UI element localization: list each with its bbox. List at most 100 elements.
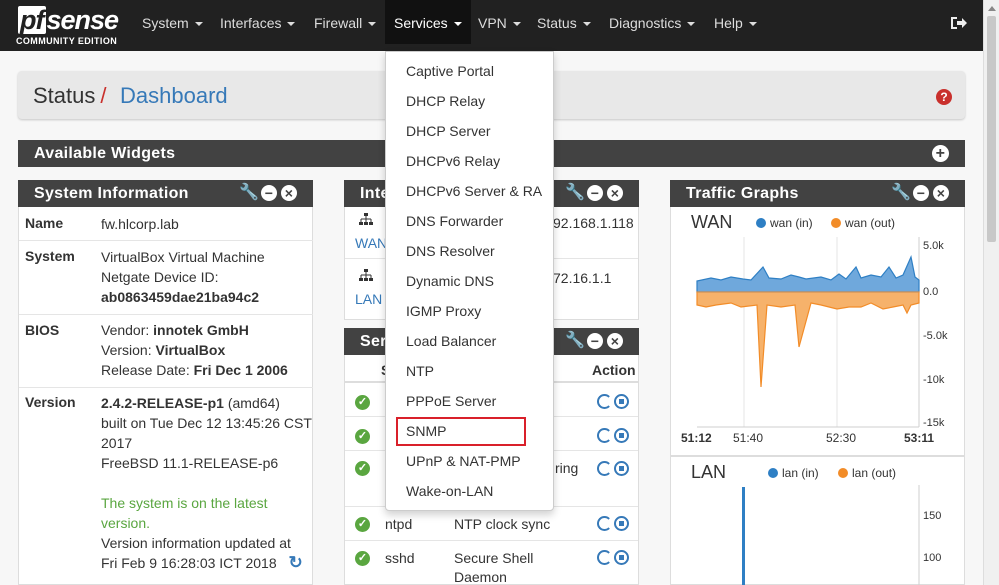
- table-row: ✓ sshd Secure Shell Daemon: [345, 541, 638, 585]
- menu-item-upnp-nat-pmp[interactable]: UPnP & NAT-PMP: [386, 446, 553, 476]
- expand-plus-icon[interactable]: +: [932, 145, 949, 162]
- menu-item-igmp-proxy[interactable]: IGMP Proxy: [386, 296, 553, 326]
- pfsense-logo[interactable]: pf sense COMMUNITY EDITION: [16, 5, 126, 48]
- legend-lan-out[interactable]: lan (out): [838, 466, 896, 480]
- menu-item-dns-resolver[interactable]: DNS Resolver: [386, 236, 553, 266]
- table-row: ✓ ntpd NTP clock sync: [345, 507, 638, 541]
- services-dropdown-menu: Captive Portal DHCP Relay DHCP Server DH…: [385, 51, 554, 511]
- menu-item-load-balancer[interactable]: Load Balancer: [386, 326, 553, 356]
- minimize-icon[interactable]: −: [587, 185, 603, 201]
- si-row-name: Name fw.hlcorp.lab: [19, 207, 313, 241]
- traffic-graphs-body: WAN wan (in) wan (out) 5.0k 0.0 -5.0k -1…: [670, 207, 965, 585]
- wrench-icon[interactable]: 🔧: [891, 185, 911, 201]
- wrench-icon[interactable]: 🔧: [565, 185, 585, 201]
- nav-help[interactable]: Help: [714, 0, 757, 44]
- wrench-icon[interactable]: 🔧: [565, 333, 585, 349]
- si-row-version: Version 2.4.2-RELEASE-p1 (amd64) built o…: [25, 394, 312, 573]
- netgate-device-id: ab0863459dae21ba94c2: [101, 289, 260, 305]
- dot-icon: [831, 218, 841, 228]
- menu-item-captive-portal[interactable]: Captive Portal: [386, 56, 553, 86]
- menu-item-dns-forwarder[interactable]: DNS Forwarder: [386, 206, 553, 236]
- close-icon[interactable]: ×: [933, 185, 949, 201]
- restart-icon[interactable]: [597, 428, 612, 443]
- scrollbar-thumb[interactable]: [987, 16, 996, 242]
- menu-item-dhcpv6-server-ra[interactable]: DHCPv6 Server & RA: [386, 176, 553, 206]
- page-scrollbar[interactable]: [983, 0, 999, 585]
- wan-graph-label: WAN: [691, 212, 733, 232]
- dot-icon: [838, 468, 848, 478]
- close-icon[interactable]: ×: [607, 185, 623, 201]
- stop-icon[interactable]: [614, 428, 629, 443]
- minimize-icon[interactable]: −: [587, 333, 603, 349]
- caret-down-icon: [582, 22, 591, 27]
- menu-item-dhcp-server[interactable]: DHCP Server: [386, 116, 553, 146]
- nav-diagnostics[interactable]: Diagnostics: [609, 0, 696, 44]
- nav-vpn[interactable]: VPN: [478, 0, 521, 44]
- nav-services[interactable]: Services: [385, 0, 471, 44]
- stop-icon[interactable]: [614, 394, 629, 409]
- minimize-icon[interactable]: −: [261, 185, 277, 201]
- sign-out-icon[interactable]: [950, 15, 968, 31]
- menu-item-ntp[interactable]: NTP: [386, 356, 553, 386]
- caret-down-icon: [194, 22, 203, 27]
- menu-item-pppoe-server[interactable]: PPPoE Server: [386, 386, 553, 416]
- restart-icon[interactable]: [597, 394, 612, 409]
- widget-tools: 🔧 − ×: [561, 185, 623, 202]
- si-row-system: System VirtualBox Virtual Machine Netgat…: [19, 241, 313, 315]
- dot-icon: [756, 218, 766, 228]
- caret-down-icon: [287, 22, 296, 27]
- restart-icon[interactable]: [597, 516, 612, 531]
- caret-down-icon: [368, 22, 377, 27]
- wrench-icon[interactable]: 🔧: [239, 185, 259, 201]
- scroll-up-arrow-icon[interactable]: [988, 6, 996, 11]
- check-circle-icon: ✓: [355, 461, 370, 476]
- stop-icon[interactable]: [614, 516, 629, 531]
- stop-icon[interactable]: [614, 550, 629, 565]
- sitemap-icon: [359, 269, 373, 281]
- restart-icon[interactable]: [597, 461, 612, 476]
- caret-down-icon: [687, 22, 696, 27]
- breadcrumb-section[interactable]: Status /: [33, 83, 107, 109]
- menu-item-wake-on-lan[interactable]: Wake-on-LAN: [386, 476, 553, 506]
- minimize-icon[interactable]: −: [913, 185, 929, 201]
- lan-graph-label: LAN: [691, 462, 727, 482]
- nav-firewall[interactable]: Firewall: [314, 0, 377, 44]
- wan-traffic-chart: [696, 237, 920, 428]
- check-circle-icon: ✓: [355, 551, 370, 566]
- lan-traffic-chart: [742, 485, 920, 585]
- snmp-highlight-box: [396, 417, 526, 446]
- available-widgets-title: Available Widgets: [34, 145, 176, 162]
- widget-tools: 🔧 − ×: [887, 185, 949, 202]
- nav-interfaces[interactable]: Interfaces: [220, 0, 296, 44]
- nav-system[interactable]: System: [142, 0, 203, 44]
- close-icon[interactable]: ×: [607, 333, 623, 349]
- system-information-body: Name fw.hlcorp.lab System VirtualBox Vir…: [18, 207, 313, 585]
- sitemap-icon: [359, 213, 373, 225]
- breadcrumb-page[interactable]: Dashboard: [120, 83, 228, 109]
- caret-down-icon: [453, 22, 462, 27]
- stop-icon[interactable]: [614, 461, 629, 476]
- top-navbar: pf sense COMMUNITY EDITION System Interfa…: [0, 0, 983, 51]
- interface-link-wan[interactable]: WAN: [355, 235, 387, 251]
- menu-item-dynamic-dns[interactable]: Dynamic DNS: [386, 266, 553, 296]
- legend-wan-out[interactable]: wan (out): [831, 216, 895, 230]
- refresh-icon[interactable]: ↻: [289, 553, 303, 573]
- help-icon[interactable]: ?: [936, 89, 952, 105]
- logo-brand: pf sense: [18, 5, 119, 35]
- widget-tools: 🔧 − ×: [561, 333, 623, 350]
- system-information-title: System Information: [34, 185, 189, 202]
- dot-icon: [768, 468, 778, 478]
- graph-divider: [671, 455, 964, 457]
- close-icon[interactable]: ×: [281, 185, 297, 201]
- menu-item-dhcp-relay[interactable]: DHCP Relay: [386, 86, 553, 116]
- legend-wan-in[interactable]: wan (in): [756, 216, 813, 230]
- logo-edition: COMMUNITY EDITION: [16, 36, 118, 46]
- check-circle-icon: ✓: [355, 395, 370, 410]
- menu-item-dhcpv6-relay[interactable]: DHCPv6 Relay: [386, 146, 553, 176]
- restart-icon[interactable]: [597, 550, 612, 565]
- system-information-header: System Information 🔧 − ×: [18, 180, 313, 207]
- interface-link-lan[interactable]: LAN: [355, 291, 382, 307]
- wan-out-area: [696, 291, 920, 388]
- nav-status[interactable]: Status: [537, 0, 591, 44]
- legend-lan-in[interactable]: lan (in): [768, 466, 819, 480]
